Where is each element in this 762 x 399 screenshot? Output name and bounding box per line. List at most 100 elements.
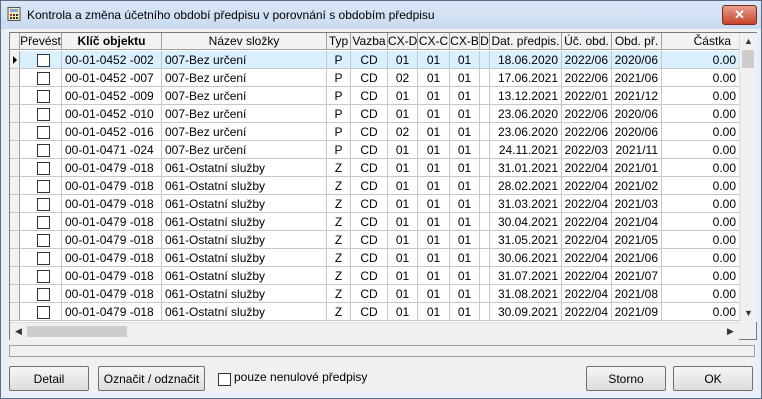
cell-klic: 00-01-0452 -007 <box>62 69 162 87</box>
cell-uc: 2022/01 <box>562 87 612 105</box>
table-row[interactable]: 00-01-0479 -018 061-Ostatní služby Z CD 01 01… <box>10 213 740 231</box>
row-indicator[interactable] <box>10 285 20 303</box>
horizontal-scroll-thumb[interactable] <box>27 326 127 337</box>
cell-d <box>480 213 490 231</box>
row-indicator[interactable] <box>10 195 20 213</box>
scroll-up-arrow-icon[interactable]: ▲ <box>740 33 757 50</box>
scroll-left-arrow-icon[interactable]: ◀ <box>10 323 27 340</box>
column-header-d[interactable]: D <box>480 33 490 50</box>
table-row[interactable]: 00-01-0479 -018 061-Ostatní služby Z CD 01 01… <box>10 195 740 213</box>
transfer-checkbox[interactable] <box>37 270 50 283</box>
cell-cxc: 01 <box>418 69 450 87</box>
table-row[interactable]: 00-01-0452 -007 007-Bez určení P CD 02 01 01 17… <box>10 69 740 87</box>
table-row[interactable]: 00-01-0479 -018 061-Ostatní služby Z CD 01 01… <box>10 159 740 177</box>
table-row[interactable]: 00-01-0479 -018 061-Ostatní služby Z CD 01 01… <box>10 267 740 285</box>
cell-vazba: CD <box>351 249 388 267</box>
transfer-checkbox[interactable] <box>37 180 50 193</box>
transfer-checkbox[interactable] <box>37 216 50 229</box>
column-header-castka[interactable]: Částka <box>662 33 740 50</box>
transfer-checkbox[interactable] <box>37 162 50 175</box>
cell-cxd: 01 <box>388 51 418 69</box>
column-header-indicator[interactable] <box>10 33 20 50</box>
cell-d <box>480 159 490 177</box>
toggle-selection-button[interactable]: Označit / odznačit <box>98 366 205 391</box>
table-row[interactable]: 00-01-0479 -018 061-Ostatní služby Z CD 01 01… <box>10 303 740 321</box>
row-indicator[interactable] <box>10 123 20 141</box>
table-row[interactable]: 00-01-0479 -018 061-Ostatní služby Z CD 01 01… <box>10 177 740 195</box>
cell-prevest <box>20 213 62 231</box>
transfer-checkbox[interactable] <box>37 306 50 319</box>
column-header-cx-b[interactable]: CX-B <box>450 33 480 50</box>
table-row[interactable]: 00-01-0452 -002 007-Bez určení P CD 01 01 01 18… <box>10 51 740 69</box>
row-indicator[interactable] <box>10 177 20 195</box>
detail-button[interactable]: Detail <box>9 366 89 391</box>
cell-castka: 0.00 <box>662 51 740 69</box>
close-button[interactable]: ✕ <box>722 5 757 25</box>
scroll-right-arrow-icon[interactable]: ▶ <box>722 323 739 340</box>
cell-vazba: CD <box>351 213 388 231</box>
transfer-checkbox[interactable] <box>37 234 50 247</box>
cell-typ: Z <box>327 159 351 177</box>
row-indicator[interactable] <box>10 141 20 159</box>
row-indicator[interactable] <box>10 249 20 267</box>
cell-obd: 2021/07 <box>612 267 662 285</box>
cell-nazev: 061-Ostatní služby <box>162 249 327 267</box>
horizontal-scrollbar[interactable]: ◀ ▶ <box>10 322 739 340</box>
table-row[interactable]: 00-01-0479 -018 061-Ostatní služby Z CD 01 01… <box>10 231 740 249</box>
transfer-checkbox[interactable] <box>37 72 50 85</box>
storno-button[interactable]: Storno <box>586 366 666 391</box>
nonzero-only-checkbox[interactable] <box>218 373 231 386</box>
table-row[interactable]: 00-01-0471 -024 007-Bez určení P CD 01 01 01 24… <box>10 141 740 159</box>
row-indicator[interactable] <box>10 231 20 249</box>
transfer-checkbox[interactable] <box>37 288 50 301</box>
row-indicator[interactable] <box>10 87 20 105</box>
cell-uc: 2022/06 <box>562 123 612 141</box>
row-indicator[interactable] <box>10 105 20 123</box>
cell-vazba: CD <box>351 87 388 105</box>
column-header-uc-obd[interactable]: Úč. obd. <box>562 33 612 50</box>
ok-button[interactable]: OK <box>673 366 753 391</box>
row-indicator[interactable] <box>10 303 20 321</box>
cell-d <box>480 195 490 213</box>
column-header-dat-predpis[interactable]: Dat. předpis. <box>490 33 562 50</box>
cell-vazba: CD <box>351 51 388 69</box>
transfer-checkbox[interactable] <box>37 144 50 157</box>
row-indicator[interactable] <box>10 159 20 177</box>
table-row[interactable]: 00-01-0452 -009 007-Bez určení P CD 01 01 01 13… <box>10 87 740 105</box>
cell-cxc: 01 <box>418 141 450 159</box>
table-row[interactable]: 00-01-0479 -018 061-Ostatní služby Z CD 01 01… <box>10 285 740 303</box>
column-header-obd-pr[interactable]: Obd. př. <box>612 33 662 50</box>
cell-d <box>480 51 490 69</box>
row-indicator[interactable] <box>10 51 20 69</box>
scroll-down-arrow-icon[interactable]: ▼ <box>740 305 757 322</box>
column-header-nazev-slozky[interactable]: Název složky <box>162 33 327 50</box>
nonzero-only-label[interactable]: pouze nenulové předpisy <box>234 370 367 384</box>
table-row[interactable]: 00-01-0452 -010 007-Bez určení P CD 01 01 01 23… <box>10 105 740 123</box>
transfer-checkbox[interactable] <box>37 90 50 103</box>
cell-vazba: CD <box>351 159 388 177</box>
row-indicator[interactable] <box>10 213 20 231</box>
cell-klic: 00-01-0479 -018 <box>62 267 162 285</box>
column-header-vazba[interactable]: Vazba <box>351 33 388 50</box>
title-bar[interactable]: Kontrola a změna účetního období předpis… <box>1 1 761 29</box>
row-indicator[interactable] <box>10 69 20 87</box>
column-header-typ[interactable]: Typ <box>327 33 351 50</box>
table-row[interactable]: 00-01-0479 -018 061-Ostatní služby Z CD 01 01… <box>10 249 740 267</box>
vertical-scroll-thumb[interactable] <box>742 50 754 68</box>
cell-prevest <box>20 267 62 285</box>
transfer-checkbox[interactable] <box>37 54 50 67</box>
column-header-cx-c[interactable]: CX-C <box>418 33 450 50</box>
cell-dat: 31.01.2021 <box>490 159 562 177</box>
transfer-checkbox[interactable] <box>37 252 50 265</box>
row-indicator[interactable] <box>10 267 20 285</box>
cell-klic: 00-01-0479 -018 <box>62 177 162 195</box>
cell-nazev: 007-Bez určení <box>162 51 327 69</box>
table-row[interactable]: 00-01-0452 -016 007-Bez určení P CD 02 01 01 23… <box>10 123 740 141</box>
column-header-cx-d[interactable]: CX-D <box>388 33 418 50</box>
transfer-checkbox[interactable] <box>37 198 50 211</box>
vertical-scrollbar[interactable]: ▲ ▼ <box>739 33 757 322</box>
transfer-checkbox[interactable] <box>37 108 50 121</box>
column-header-prevest[interactable]: Převést <box>20 33 62 50</box>
transfer-checkbox[interactable] <box>37 126 50 139</box>
column-header-klic-objektu[interactable]: Klíč objektu <box>62 33 162 50</box>
